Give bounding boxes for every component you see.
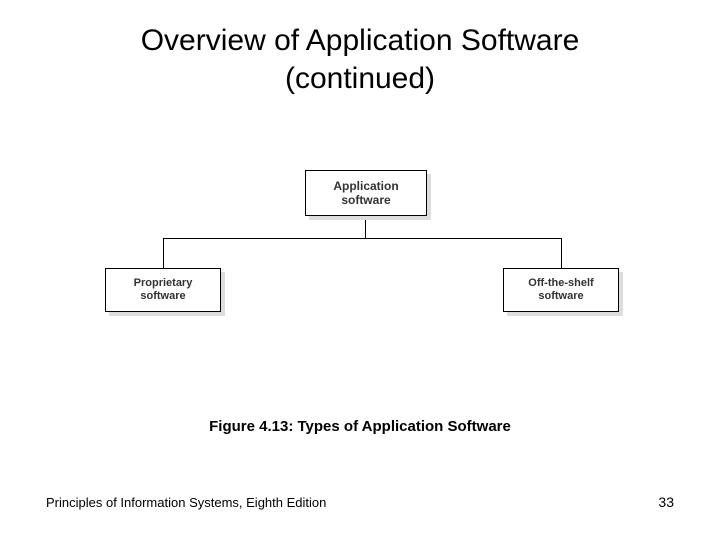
slide: Overview of Application Software (contin…	[0, 0, 720, 540]
node-label: Application software	[333, 179, 398, 208]
page-number: 33	[658, 494, 674, 510]
footer-text: Principles of Information Systems, Eight…	[46, 495, 326, 510]
node-label-line: Off-the-shelf	[528, 277, 593, 289]
diagram: Application software Proprietary softwar…	[105, 170, 625, 320]
node-label-line: Proprietary	[134, 277, 193, 289]
box-frame: Application software	[305, 170, 427, 216]
box-frame: Proprietary software	[105, 268, 221, 312]
node-label-line: software	[538, 290, 583, 302]
title-line-1: Overview of Application Software	[141, 24, 580, 57]
slide-title: Overview of Application Software (contin…	[0, 22, 720, 97]
box-frame: Off-the-shelf software	[503, 268, 619, 312]
node-label: Off-the-shelf software	[528, 277, 593, 303]
node-label: Proprietary software	[134, 277, 193, 303]
figure-caption: Figure 4.13: Types of Application Softwa…	[0, 418, 720, 435]
node-label-line: Application	[333, 179, 398, 193]
node-label-line: software	[140, 290, 185, 302]
connector-line	[163, 238, 164, 268]
title-line-2: (continued)	[285, 62, 435, 95]
connector-line	[561, 238, 562, 268]
connector-line	[163, 238, 561, 239]
node-label-line: software	[341, 193, 390, 207]
